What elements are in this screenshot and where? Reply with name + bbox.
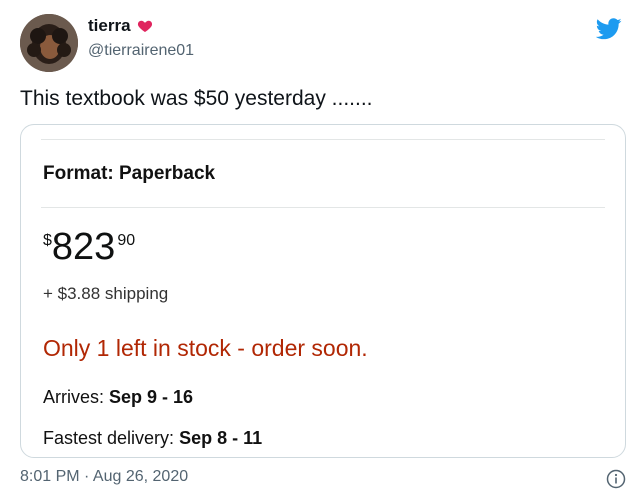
divider [41, 207, 605, 208]
fastest-delivery-info: Fastest delivery: Sep 8 - 11 [43, 428, 262, 449]
product-screenshot-card[interactable]: Format: Paperback $ 823 90 + $3.88 shipp… [20, 124, 626, 458]
price-fraction: 90 [117, 232, 136, 249]
fastest-label: Fastest delivery: [43, 428, 175, 448]
author-handle[interactable]: @tierrairene01 [88, 42, 194, 60]
avatar-image [20, 14, 78, 72]
price-symbol: $ [43, 232, 52, 249]
arrival-info: Arrives: Sep 9 - 16 [43, 387, 193, 408]
tweet-timestamp[interactable]: 8:01 PM · Aug 26, 2020 [20, 468, 188, 486]
arrives-label: Arrives: [43, 387, 105, 407]
tweet-text: This textbook was $50 yesterday ....... [20, 87, 373, 110]
price-whole: 823 [51, 226, 116, 268]
arrives-value: Sep 9 - 16 [109, 387, 194, 407]
tweet: tierra @tierrairene01 This textbook was … [0, 0, 640, 499]
price: $ 823 90 [43, 227, 135, 267]
shipping-cost: + $3.88 shipping [43, 284, 169, 303]
display-name[interactable]: tierra [88, 16, 131, 36]
fastest-value: Sep 8 - 11 [179, 428, 263, 448]
author-name-row[interactable]: tierra [88, 16, 153, 36]
heart-icon [137, 20, 152, 32]
twitter-bird-icon[interactable] [596, 18, 622, 40]
format-label: Format: Paperback [43, 163, 216, 184]
stock-warning: Only 1 left in stock - order soon. [43, 335, 368, 361]
divider [41, 139, 605, 140]
avatar[interactable] [20, 14, 78, 72]
info-icon[interactable] [606, 469, 626, 489]
